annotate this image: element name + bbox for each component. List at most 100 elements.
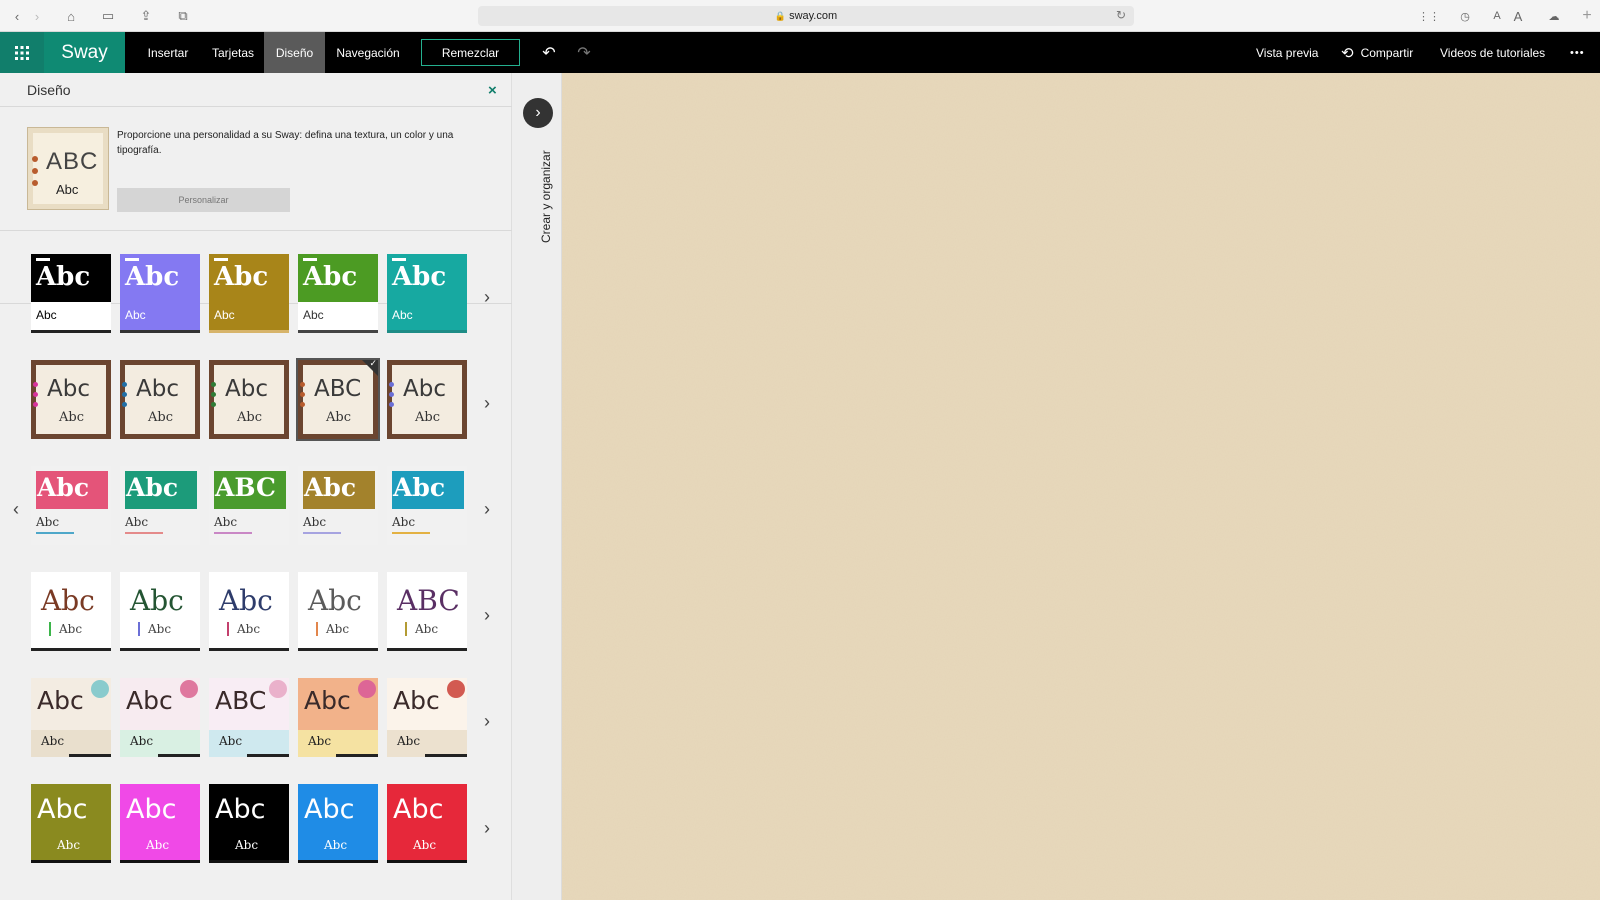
style-option-tile[interactable]: Abc Abc: [387, 360, 467, 439]
style-option-tile[interactable]: Abc Abc: [298, 254, 378, 333]
panel-header: Diseño ×: [0, 73, 512, 107]
style-option-tile[interactable]: Abc Abc: [120, 572, 200, 651]
back-icon[interactable]: ‹: [6, 6, 28, 26]
tile-heading: Abc: [126, 686, 173, 715]
tile-dot: [33, 402, 38, 407]
style-option-tile[interactable]: Abc Abc: [31, 784, 111, 863]
style-option-tile[interactable]: Abc Abc: [31, 572, 111, 651]
tile-dot: [122, 402, 127, 407]
style-option-tile[interactable]: Abc Abc: [298, 572, 378, 651]
style-option-tile[interactable]: Abc Abc: [120, 254, 200, 333]
share-label: Compartir: [1360, 45, 1414, 60]
row-next-arrow-icon[interactable]: ›: [480, 499, 494, 519]
tile-sub: Abc: [324, 838, 348, 852]
tile-sub: Abc: [130, 734, 154, 748]
style-option-tile[interactable]: Abc Abc: [209, 784, 289, 863]
row-next-arrow-icon[interactable]: ›: [480, 393, 494, 413]
style-option-tile[interactable]: Abc Abc: [387, 254, 467, 333]
cloud-icon[interactable]: ☁: [1544, 7, 1564, 25]
style-option-tile[interactable]: ABC Abc: [387, 572, 467, 651]
style-option-tile[interactable]: Abc Abc: [31, 466, 111, 545]
tile-dot: [300, 402, 305, 407]
tile-sub: Abc: [235, 838, 259, 852]
grid-icon[interactable]: ⋮⋮: [1418, 7, 1440, 25]
style-option-tile[interactable]: ABC Abc: [209, 466, 289, 545]
undo-icon[interactable]: ↶: [539, 43, 559, 63]
style-option-tile[interactable]: Abc Abc: [120, 678, 200, 757]
thumbnail-dot: [32, 168, 38, 174]
style-option-tile[interactable]: Abc Abc: [120, 466, 200, 545]
style-option-tile[interactable]: Abc Abc: [209, 572, 289, 651]
app-launcher-icon[interactable]: [0, 32, 44, 73]
current-style-thumbnail: ABC Abc: [27, 127, 109, 210]
style-option-tile[interactable]: Abc Abc: [31, 678, 111, 757]
style-option-tile[interactable]: Abc Abc: [31, 360, 111, 439]
tile-heading: ABC: [215, 473, 276, 502]
expand-storyline-icon[interactable]: ›: [523, 98, 553, 128]
close-icon[interactable]: ×: [488, 82, 497, 99]
tile-dot: [389, 382, 394, 387]
tile-sub: Abc: [125, 308, 146, 322]
forward-icon[interactable]: ›: [26, 6, 48, 26]
sway-canvas[interactable]: [562, 73, 1600, 900]
tile-dot: [300, 392, 305, 397]
remix-button[interactable]: Remezclar: [421, 39, 520, 66]
tab-diseno[interactable]: Diseño: [264, 32, 325, 73]
tile-heading: Abc: [308, 584, 362, 617]
style-option-tile[interactable]: ABC Abc ✓: [296, 358, 380, 441]
font-large-icon[interactable]: A: [1510, 7, 1526, 25]
tile-sub: Abc: [392, 308, 413, 322]
row-next-arrow-icon[interactable]: ›: [480, 711, 494, 731]
address-bar[interactable]: 🔒 sway.com ↻: [478, 6, 1134, 26]
tile-bottom-bar: [31, 860, 111, 863]
tile-heading: Abc: [37, 686, 84, 715]
sidebar-icon[interactable]: ▭: [97, 6, 119, 26]
tile-bottom-bar: [158, 754, 200, 757]
tile-accent-line: [405, 622, 407, 636]
tile-sub: Abc: [303, 308, 324, 322]
style-option-tile[interactable]: Abc Abc: [298, 784, 378, 863]
tutorials-button[interactable]: Videos de tutoriales: [1440, 32, 1545, 73]
style-option-tile[interactable]: Abc Abc: [298, 466, 378, 545]
style-option-tile[interactable]: Abc Abc: [298, 678, 378, 757]
style-option-tile[interactable]: Abc Abc: [209, 254, 289, 333]
share-sheet-icon[interactable]: ⇪: [135, 6, 157, 26]
tile-dot: [33, 382, 38, 387]
thumbnail-heading: ABC: [46, 148, 99, 175]
style-option-tile[interactable]: Abc Abc: [387, 784, 467, 863]
row-next-arrow-icon[interactable]: ›: [480, 605, 494, 625]
tile-heading: Abc: [125, 262, 180, 292]
style-option-tile[interactable]: Abc Abc: [387, 678, 467, 757]
tab-tarjetas[interactable]: Tarjetas: [206, 32, 260, 73]
row-next-arrow-icon[interactable]: ›: [480, 287, 494, 307]
home-icon[interactable]: ⌂: [60, 6, 82, 26]
tile-sub: Abc: [415, 410, 440, 425]
style-option-tile[interactable]: Abc Abc: [387, 466, 467, 545]
share-button[interactable]: ⟲ Compartir: [1341, 32, 1413, 73]
tabs-icon[interactable]: ⧉: [172, 6, 194, 26]
tile-bottom-bar: [387, 860, 467, 863]
preview-button[interactable]: Vista previa: [1256, 32, 1318, 73]
app-name[interactable]: Sway: [44, 32, 125, 73]
new-tab-icon[interactable]: +: [1578, 7, 1596, 25]
history-icon[interactable]: ◷: [1456, 7, 1474, 25]
browser-toolbar: ‹ › ⌂ ▭ ⇪ ⧉ 🔒 sway.com ↻ ⋮⋮ ◷ A A ☁ +: [0, 0, 1600, 32]
storyline-label[interactable]: Crear y organizar: [539, 150, 553, 243]
redo-icon[interactable]: ↷: [574, 43, 594, 63]
font-small-icon[interactable]: A: [1490, 7, 1504, 25]
tile-decoration: [447, 680, 465, 698]
more-options-icon[interactable]: •••: [1570, 32, 1585, 73]
tab-insertar[interactable]: Insertar: [140, 32, 196, 73]
style-option-tile[interactable]: Abc Abc: [120, 784, 200, 863]
row-next-arrow-icon[interactable]: ›: [480, 818, 494, 838]
tile-sub: Abc: [41, 734, 65, 748]
style-option-tile[interactable]: ABC Abc: [209, 678, 289, 757]
row-prev-arrow-icon[interactable]: ‹: [9, 499, 23, 519]
style-option-tile[interactable]: Abc Abc: [120, 360, 200, 439]
style-option-tile[interactable]: Abc Abc: [31, 254, 111, 333]
reload-icon[interactable]: ↻: [1116, 8, 1126, 22]
tab-navegacion[interactable]: Navegación: [331, 32, 405, 73]
customize-button[interactable]: Personalizar: [117, 188, 290, 212]
style-option-tile[interactable]: Abc Abc: [209, 360, 289, 439]
tile-marker: [125, 258, 139, 261]
